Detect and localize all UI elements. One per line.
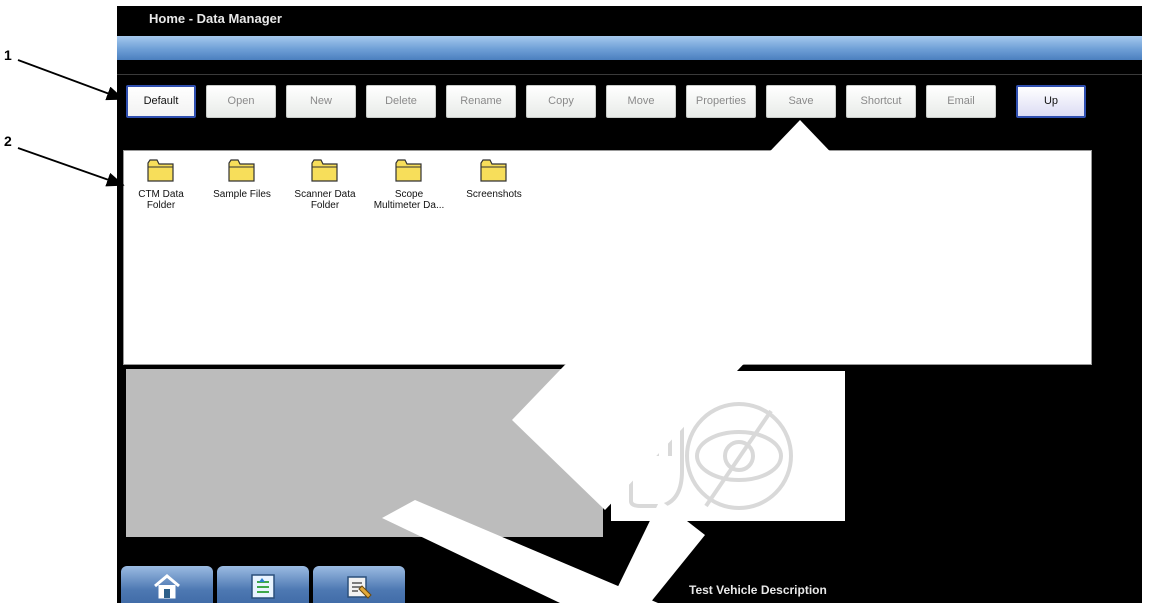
open-button[interactable]: Open (206, 85, 276, 118)
save-button[interactable]: Save (766, 85, 836, 118)
tools-icon (347, 576, 372, 599)
folder-icon (228, 159, 255, 182)
tools-button[interactable] (313, 566, 405, 603)
callout-arrow-1 (17, 59, 125, 101)
folder-item-scanner-data[interactable]: Scanner Data Folder (285, 157, 365, 211)
folder-item-ctm-data[interactable]: CTM Data Folder (121, 157, 201, 211)
folder-label-line2: Folder (310, 200, 340, 211)
folder-item-scope-multimeter[interactable]: Scope Multimeter Da... (369, 157, 449, 211)
folder-label: Sample Files (213, 189, 271, 200)
page-title: Home - Data Manager (149, 11, 282, 26)
up-button[interactable]: Up (1016, 85, 1086, 118)
file-list-pane: CTM Data Folder Sample Files Scanner Dat… (123, 150, 1092, 365)
callout-1: 1 (4, 47, 12, 63)
data-manager-screen: Home - Data Manager Default Open New Del… (117, 6, 1142, 603)
folder-icon (311, 159, 338, 182)
folder-label: Scope (394, 189, 424, 200)
data-manager-icon (251, 574, 275, 599)
properties-button[interactable]: Properties (686, 85, 756, 118)
folder-label: Scanner Data (294, 189, 356, 200)
folder-label: Screenshots (466, 189, 522, 200)
move-button[interactable]: Move (606, 85, 676, 118)
delete-button[interactable]: Delete (366, 85, 436, 118)
folder-label: CTM Data (138, 189, 184, 200)
folder-icon (147, 159, 174, 182)
callout-arrow-2 (17, 147, 125, 187)
home-icon (154, 574, 180, 599)
divider (117, 74, 1142, 75)
callout-2: 2 (4, 133, 12, 149)
new-button[interactable]: New (286, 85, 356, 118)
title-bar (117, 36, 1142, 60)
folder-item-sample-files[interactable]: Sample Files (202, 157, 282, 200)
home-button[interactable] (121, 566, 213, 603)
folder-item-screenshots[interactable]: Screenshots (454, 157, 534, 200)
shortcut-button[interactable]: Shortcut (846, 85, 916, 118)
copy-button[interactable]: Copy (526, 85, 596, 118)
email-button[interactable]: Email (926, 85, 996, 118)
no-preview-icon (629, 401, 793, 510)
preview-info-pane (126, 369, 603, 537)
preview-image-pane (611, 371, 845, 521)
folder-label-line2: Multimeter Da... (373, 200, 445, 211)
default-button[interactable]: Default (126, 85, 196, 118)
data-manager-button[interactable] (217, 566, 309, 603)
folder-icon (395, 159, 422, 182)
rename-button[interactable]: Rename (446, 85, 516, 118)
folder-icon (480, 159, 507, 182)
vehicle-description: Test Vehicle Description (689, 583, 827, 597)
folder-label-line2: Folder (146, 200, 176, 211)
